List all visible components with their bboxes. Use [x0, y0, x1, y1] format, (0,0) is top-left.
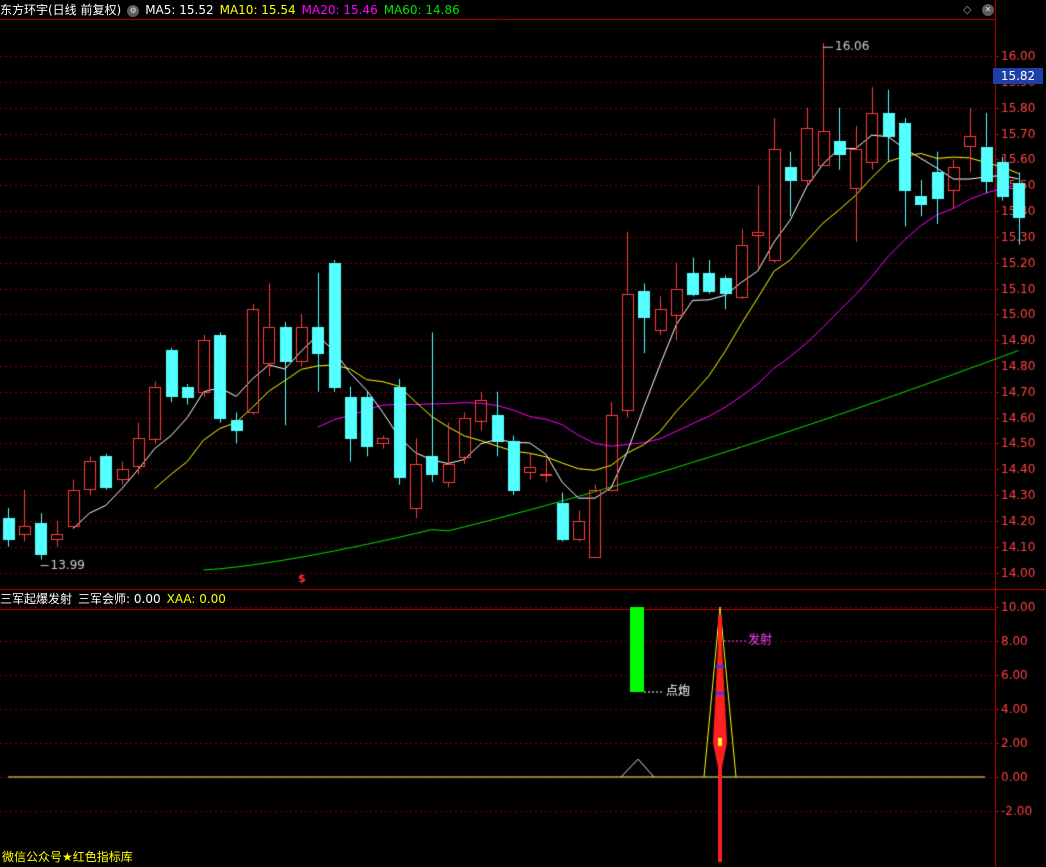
footer-text: 微信公众号★红色指标库 — [2, 850, 133, 864]
ma10-label: MA10: 15.54 — [219, 3, 296, 17]
current-price-badge: 15.82 — [993, 68, 1043, 84]
indicator-panel-header: 三军起爆发射 三军会师: 0.00 XAA: 0.00 — [0, 589, 232, 609]
stock-chart-canvas[interactable] — [0, 0, 1046, 867]
settings-icon[interactable]: ⚙ — [127, 4, 140, 17]
ma60-label: MA60: 14.86 — [383, 3, 460, 17]
stock-title[interactable]: 东方环宇(日线 前复权) — [0, 3, 121, 17]
indicator-value1: 三军会师: 0.00 — [78, 592, 161, 606]
diamond-icon[interactable]: ◇ — [963, 3, 971, 16]
indicator-title[interactable]: 三军起爆发射 — [0, 592, 72, 606]
close-icon[interactable]: ✕ — [982, 3, 994, 16]
price-panel-header: 东方环宇(日线 前复权) ⚙ MA5: 15.52 MA10: 15.54 MA20: … — [0, 0, 466, 20]
ma5-label: MA5: 15.52 — [145, 3, 214, 17]
indicator-value2: XAA: 0.00 — [166, 592, 226, 606]
ma20-label: MA20: 15.46 — [301, 3, 378, 17]
